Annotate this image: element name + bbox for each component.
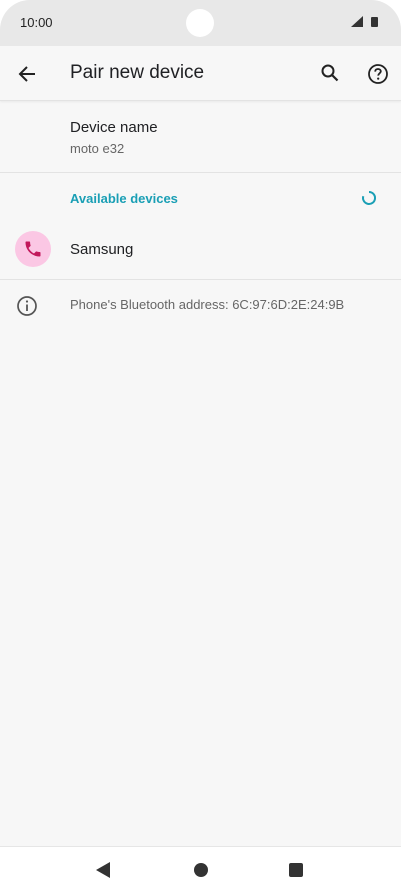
nav-home-icon [194, 863, 208, 877]
app-bar: Pair new device [0, 46, 401, 101]
bluetooth-address-text: Phone's Bluetooth address: 6C:97:6D:2E:2… [70, 297, 345, 312]
search-button[interactable] [312, 55, 348, 91]
nav-recents-button[interactable] [286, 860, 306, 880]
info-icon [17, 296, 37, 316]
search-icon [321, 64, 339, 82]
device-name-samsung: Samsung [70, 241, 134, 258]
device-name-row[interactable]: Device name moto e32 [0, 101, 401, 173]
device-name-label: Device name [70, 119, 158, 136]
phone-icon [25, 241, 41, 257]
nav-back-button[interactable] [93, 860, 113, 880]
signal-icon [351, 16, 378, 27]
back-button[interactable] [9, 56, 45, 92]
device-name-value: moto e32 [70, 141, 125, 156]
help-circle-icon [368, 64, 388, 84]
nav-recents-icon [289, 863, 303, 877]
status-time: 10:00 [20, 15, 53, 30]
loading-spinner-icon [362, 190, 376, 205]
bluetooth-info-row: Phone's Bluetooth address: 6C:97:6D:2E:2… [0, 280, 401, 330]
battery-icon [371, 17, 378, 27]
help-button[interactable] [360, 56, 396, 92]
page-title: Pair new device [70, 62, 205, 83]
status-icons [349, 15, 381, 29]
front-camera [186, 9, 214, 37]
available-devices-header: Available devices [70, 191, 178, 206]
status-bar: 10:00 [0, 0, 401, 46]
arrow-left-icon [18, 66, 35, 82]
nav-back-icon [96, 862, 110, 878]
nav-home-button[interactable] [191, 860, 211, 880]
phone-screen: 10:00 Pair new device Device name moto e… [0, 0, 401, 892]
list-item-device[interactable]: Samsung [0, 222, 401, 280]
navigation-bar [0, 846, 401, 892]
device-avatar [15, 231, 51, 267]
